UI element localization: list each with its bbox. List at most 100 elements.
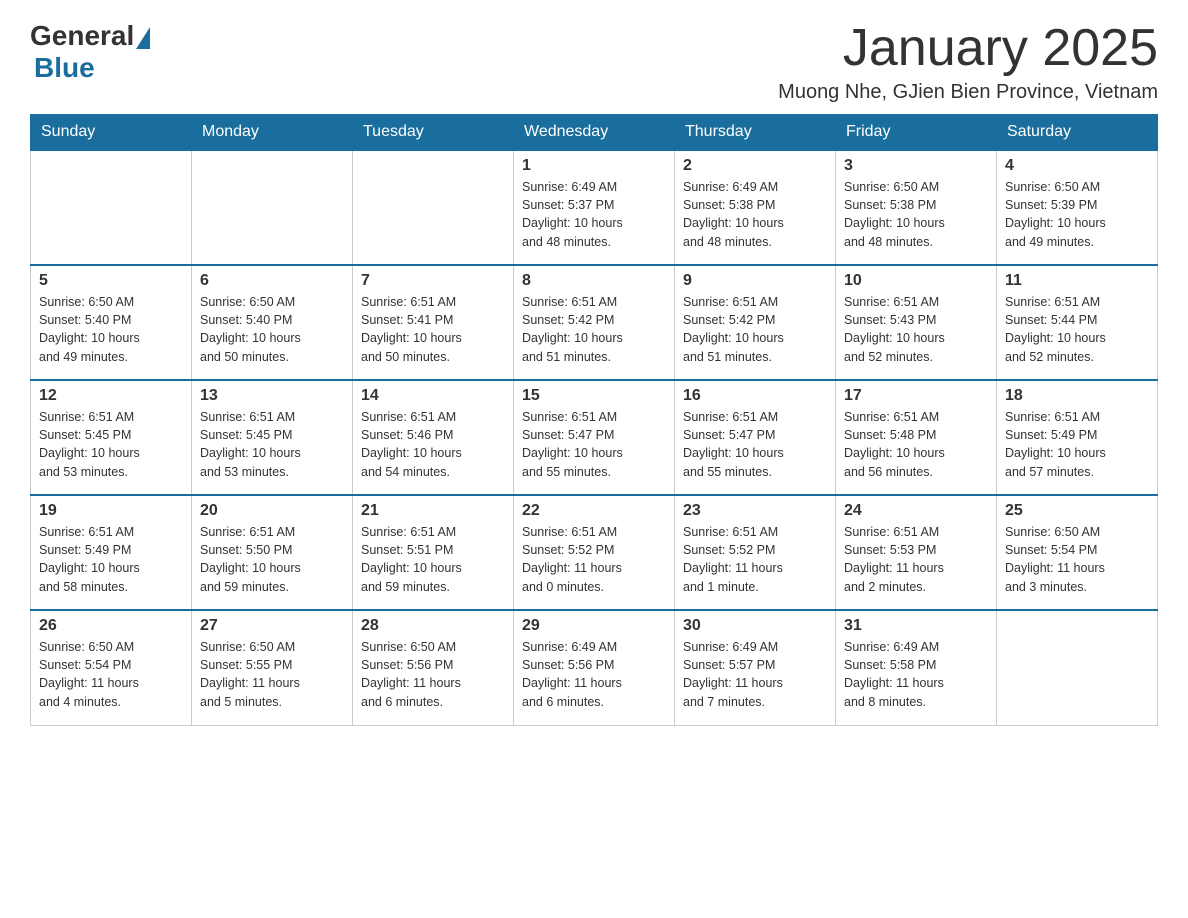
day-number: 16 bbox=[683, 387, 827, 405]
day-info: Sunrise: 6:51 AM Sunset: 5:42 PM Dayligh… bbox=[683, 293, 827, 366]
calendar-cell: 1 Sunrise: 6:49 AM Sunset: 5:37 PM Daylig… bbox=[514, 150, 675, 265]
day-info: Sunrise: 6:51 AM Sunset: 5:52 PM Dayligh… bbox=[522, 523, 666, 596]
calendar-cell bbox=[353, 150, 514, 265]
day-info: Sunrise: 6:50 AM Sunset: 5:40 PM Dayligh… bbox=[39, 293, 183, 366]
day-info: Sunrise: 6:51 AM Sunset: 5:46 PM Dayligh… bbox=[361, 408, 505, 481]
calendar-cell: 31 Sunrise: 6:49 AM Sunset: 5:58 PM Dayli… bbox=[836, 610, 997, 725]
calendar-cell bbox=[31, 150, 192, 265]
calendar-cell: 14Sunrise: 6:51 AM Sunset: 5:46 PM Dayli… bbox=[353, 380, 514, 495]
calendar-week-row: 5 Sunrise: 6:50 AM Sunset: 5:40 PM Daylig… bbox=[31, 265, 1158, 380]
weekday-header-thursday: Thursday bbox=[675, 115, 836, 151]
day-number: 22 bbox=[522, 502, 666, 520]
day-info: Sunrise: 6:49 AM Sunset: 5:37 PM Dayligh… bbox=[522, 178, 666, 251]
day-number: 3 bbox=[844, 157, 988, 175]
calendar-table: SundayMondayTuesdayWednesdayThursdayFrid… bbox=[30, 114, 1158, 726]
calendar-cell: 13Sunrise: 6:51 AM Sunset: 5:45 PM Dayli… bbox=[192, 380, 353, 495]
day-info: Sunrise: 6:51 AM Sunset: 5:43 PM Dayligh… bbox=[844, 293, 988, 366]
calendar-cell: 11Sunrise: 6:51 AM Sunset: 5:44 PM Dayli… bbox=[997, 265, 1158, 380]
day-number: 27 bbox=[200, 617, 344, 635]
day-number: 10 bbox=[844, 272, 988, 290]
calendar-cell: 29 Sunrise: 6:49 AM Sunset: 5:56 PM Dayli… bbox=[514, 610, 675, 725]
calendar-cell: 23 Sunrise: 6:51 AM Sunset: 5:52 PM Dayli… bbox=[675, 495, 836, 610]
day-number: 28 bbox=[361, 617, 505, 635]
day-number: 6 bbox=[200, 272, 344, 290]
calendar-cell: 26 Sunrise: 6:50 AM Sunset: 5:54 PM Dayli… bbox=[31, 610, 192, 725]
weekday-header-wednesday: Wednesday bbox=[514, 115, 675, 151]
day-info: Sunrise: 6:51 AM Sunset: 5:51 PM Dayligh… bbox=[361, 523, 505, 596]
calendar-cell: 3 Sunrise: 6:50 AM Sunset: 5:38 PM Daylig… bbox=[836, 150, 997, 265]
calendar-cell: 25Sunrise: 6:50 AM Sunset: 5:54 PM Dayli… bbox=[997, 495, 1158, 610]
day-number: 18 bbox=[1005, 387, 1149, 405]
day-number: 12 bbox=[39, 387, 183, 405]
day-number: 1 bbox=[522, 157, 666, 175]
day-info: Sunrise: 6:51 AM Sunset: 5:47 PM Dayligh… bbox=[683, 408, 827, 481]
calendar-cell: 27 Sunrise: 6:50 AM Sunset: 5:55 PM Dayli… bbox=[192, 610, 353, 725]
day-info: Sunrise: 6:50 AM Sunset: 5:56 PM Dayligh… bbox=[361, 638, 505, 711]
calendar-cell: 4 Sunrise: 6:50 AM Sunset: 5:39 PM Daylig… bbox=[997, 150, 1158, 265]
day-info: Sunrise: 6:51 AM Sunset: 5:42 PM Dayligh… bbox=[522, 293, 666, 366]
calendar-week-row: 1 Sunrise: 6:49 AM Sunset: 5:37 PM Daylig… bbox=[31, 150, 1158, 265]
logo-blue-text: Blue bbox=[34, 52, 95, 83]
day-number: 4 bbox=[1005, 157, 1149, 175]
day-info: Sunrise: 6:49 AM Sunset: 5:57 PM Dayligh… bbox=[683, 638, 827, 711]
calendar-cell: 20 Sunrise: 6:51 AM Sunset: 5:50 PM Dayli… bbox=[192, 495, 353, 610]
weekday-header-sunday: Sunday bbox=[31, 115, 192, 151]
day-info: Sunrise: 6:51 AM Sunset: 5:45 PM Dayligh… bbox=[39, 408, 183, 481]
day-info: Sunrise: 6:50 AM Sunset: 5:55 PM Dayligh… bbox=[200, 638, 344, 711]
calendar-week-row: 19Sunrise: 6:51 AM Sunset: 5:49 PM Dayli… bbox=[31, 495, 1158, 610]
calendar-cell: 21 Sunrise: 6:51 AM Sunset: 5:51 PM Dayli… bbox=[353, 495, 514, 610]
day-number: 19 bbox=[39, 502, 183, 520]
day-number: 23 bbox=[683, 502, 827, 520]
weekday-header-friday: Friday bbox=[836, 115, 997, 151]
calendar-cell: 15 Sunrise: 6:51 AM Sunset: 5:47 PM Dayli… bbox=[514, 380, 675, 495]
day-number: 31 bbox=[844, 617, 988, 635]
day-number: 2 bbox=[683, 157, 827, 175]
day-info: Sunrise: 6:50 AM Sunset: 5:38 PM Dayligh… bbox=[844, 178, 988, 251]
calendar-cell: 16 Sunrise: 6:51 AM Sunset: 5:47 PM Dayli… bbox=[675, 380, 836, 495]
day-number: 20 bbox=[200, 502, 344, 520]
day-number: 25 bbox=[1005, 502, 1149, 520]
calendar-cell bbox=[997, 610, 1158, 725]
month-title: January 2025 bbox=[778, 20, 1158, 77]
day-number: 17 bbox=[844, 387, 988, 405]
logo-triangle-icon bbox=[136, 27, 150, 49]
calendar-cell: 5 Sunrise: 6:50 AM Sunset: 5:40 PM Daylig… bbox=[31, 265, 192, 380]
calendar-cell: 18 Sunrise: 6:51 AM Sunset: 5:49 PM Dayli… bbox=[997, 380, 1158, 495]
day-info: Sunrise: 6:49 AM Sunset: 5:56 PM Dayligh… bbox=[522, 638, 666, 711]
calendar-cell: 19Sunrise: 6:51 AM Sunset: 5:49 PM Dayli… bbox=[31, 495, 192, 610]
day-info: Sunrise: 6:51 AM Sunset: 5:48 PM Dayligh… bbox=[844, 408, 988, 481]
calendar-cell: 24Sunrise: 6:51 AM Sunset: 5:53 PM Dayli… bbox=[836, 495, 997, 610]
calendar-cell: 2 Sunrise: 6:49 AM Sunset: 5:38 PM Daylig… bbox=[675, 150, 836, 265]
day-number: 15 bbox=[522, 387, 666, 405]
calendar-cell: 7Sunrise: 6:51 AM Sunset: 5:41 PM Daylig… bbox=[353, 265, 514, 380]
day-number: 21 bbox=[361, 502, 505, 520]
weekday-header-tuesday: Tuesday bbox=[353, 115, 514, 151]
day-info: Sunrise: 6:51 AM Sunset: 5:47 PM Dayligh… bbox=[522, 408, 666, 481]
logo: General Blue bbox=[30, 20, 152, 84]
day-info: Sunrise: 6:50 AM Sunset: 5:39 PM Dayligh… bbox=[1005, 178, 1149, 251]
weekday-header-monday: Monday bbox=[192, 115, 353, 151]
day-info: Sunrise: 6:49 AM Sunset: 5:58 PM Dayligh… bbox=[844, 638, 988, 711]
day-number: 5 bbox=[39, 272, 183, 290]
location-title: Muong Nhe, GJien Bien Province, Vietnam bbox=[778, 81, 1158, 104]
day-info: Sunrise: 6:50 AM Sunset: 5:54 PM Dayligh… bbox=[39, 638, 183, 711]
day-number: 11 bbox=[1005, 272, 1149, 290]
day-info: Sunrise: 6:50 AM Sunset: 5:40 PM Dayligh… bbox=[200, 293, 344, 366]
day-info: Sunrise: 6:51 AM Sunset: 5:49 PM Dayligh… bbox=[1005, 408, 1149, 481]
calendar-cell bbox=[192, 150, 353, 265]
day-number: 8 bbox=[522, 272, 666, 290]
day-info: Sunrise: 6:51 AM Sunset: 5:52 PM Dayligh… bbox=[683, 523, 827, 596]
weekday-header-row: SundayMondayTuesdayWednesdayThursdayFrid… bbox=[31, 115, 1158, 151]
day-number: 7 bbox=[361, 272, 505, 290]
day-number: 24 bbox=[844, 502, 988, 520]
day-info: Sunrise: 6:49 AM Sunset: 5:38 PM Dayligh… bbox=[683, 178, 827, 251]
calendar-cell: 9Sunrise: 6:51 AM Sunset: 5:42 PM Daylig… bbox=[675, 265, 836, 380]
day-number: 26 bbox=[39, 617, 183, 635]
calendar-week-row: 12 Sunrise: 6:51 AM Sunset: 5:45 PM Dayli… bbox=[31, 380, 1158, 495]
calendar-cell: 22 Sunrise: 6:51 AM Sunset: 5:52 PM Dayli… bbox=[514, 495, 675, 610]
calendar-cell: 12 Sunrise: 6:51 AM Sunset: 5:45 PM Dayli… bbox=[31, 380, 192, 495]
calendar-cell: 10 Sunrise: 6:51 AM Sunset: 5:43 PM Dayli… bbox=[836, 265, 997, 380]
day-number: 29 bbox=[522, 617, 666, 635]
day-info: Sunrise: 6:51 AM Sunset: 5:50 PM Dayligh… bbox=[200, 523, 344, 596]
weekday-header-saturday: Saturday bbox=[997, 115, 1158, 151]
